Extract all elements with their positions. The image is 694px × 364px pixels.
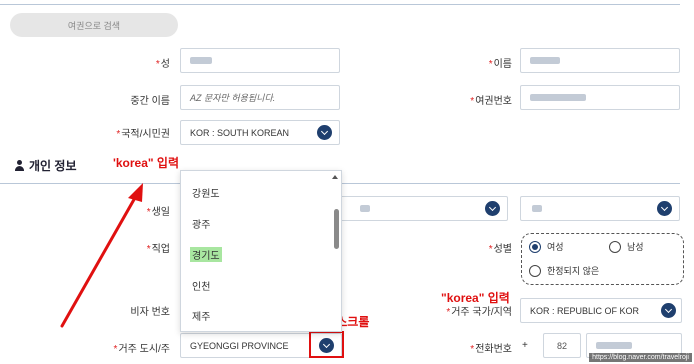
watermark: https://blog.naver.com/travelroji (589, 353, 692, 362)
annotation-arrow (60, 183, 143, 328)
